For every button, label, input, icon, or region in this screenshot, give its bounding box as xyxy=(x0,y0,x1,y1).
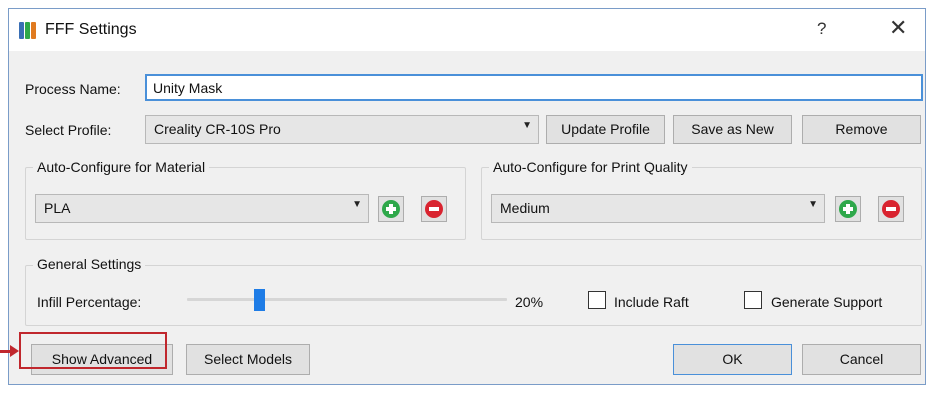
generate-support-label: Generate Support xyxy=(771,294,883,310)
process-name-label: Process Name: xyxy=(25,81,121,97)
add-quality-button[interactable] xyxy=(835,196,861,222)
material-dropdown-value: PLA xyxy=(44,200,71,216)
plus-circle-icon xyxy=(382,200,400,218)
select-models-button[interactable]: Select Models xyxy=(186,344,310,375)
select-profile-label: Select Profile: xyxy=(25,122,112,138)
quality-dropdown[interactable]: Medium ▼ xyxy=(491,194,825,223)
chevron-down-icon: ▼ xyxy=(352,199,362,210)
save-as-new-button[interactable]: Save as New xyxy=(673,115,792,144)
fff-settings-dialog: FFF Settings ? ✕ Process Name: Select Pr… xyxy=(8,8,926,385)
arrow-right-icon xyxy=(10,345,19,357)
infill-slider-track[interactable] xyxy=(187,298,507,301)
title-bar: FFF Settings ? ✕ xyxy=(9,9,925,51)
remove-quality-button[interactable] xyxy=(878,196,904,222)
ok-button[interactable]: OK xyxy=(673,344,792,375)
profile-dropdown-value: Creality CR-10S Pro xyxy=(154,121,281,137)
help-button[interactable]: ? xyxy=(817,19,826,39)
remove-material-button[interactable] xyxy=(421,196,447,222)
show-advanced-highlight xyxy=(19,332,167,369)
infill-value: 20% xyxy=(515,294,544,310)
remove-profile-button[interactable]: Remove xyxy=(802,115,921,144)
cancel-button[interactable]: Cancel xyxy=(802,344,921,375)
include-raft-label: Include Raft xyxy=(614,294,689,310)
minus-circle-icon xyxy=(425,200,443,218)
infill-slider-handle[interactable] xyxy=(254,289,265,311)
minus-circle-icon xyxy=(882,200,900,218)
add-material-button[interactable] xyxy=(378,196,404,222)
quality-group-title: Auto-Configure for Print Quality xyxy=(489,159,692,175)
material-dropdown[interactable]: PLA ▼ xyxy=(35,194,369,223)
window-title: FFF Settings xyxy=(45,21,137,38)
chevron-down-icon: ▼ xyxy=(522,120,532,131)
chevron-down-icon: ▼ xyxy=(808,199,818,210)
process-name-input[interactable] xyxy=(145,74,923,101)
infill-percentage-label: Infill Percentage: xyxy=(37,294,142,310)
close-button[interactable]: ✕ xyxy=(889,15,907,41)
include-raft-checkbox[interactable] xyxy=(588,291,606,309)
plus-circle-icon xyxy=(839,200,857,218)
profile-dropdown[interactable]: Creality CR-10S Pro ▼ xyxy=(145,115,539,144)
material-group-title: Auto-Configure for Material xyxy=(33,159,210,175)
quality-dropdown-value: Medium xyxy=(500,200,550,216)
update-profile-button[interactable]: Update Profile xyxy=(546,115,665,144)
generate-support-checkbox[interactable] xyxy=(744,291,762,309)
app-icon xyxy=(19,22,37,39)
general-settings-title: General Settings xyxy=(33,256,146,272)
